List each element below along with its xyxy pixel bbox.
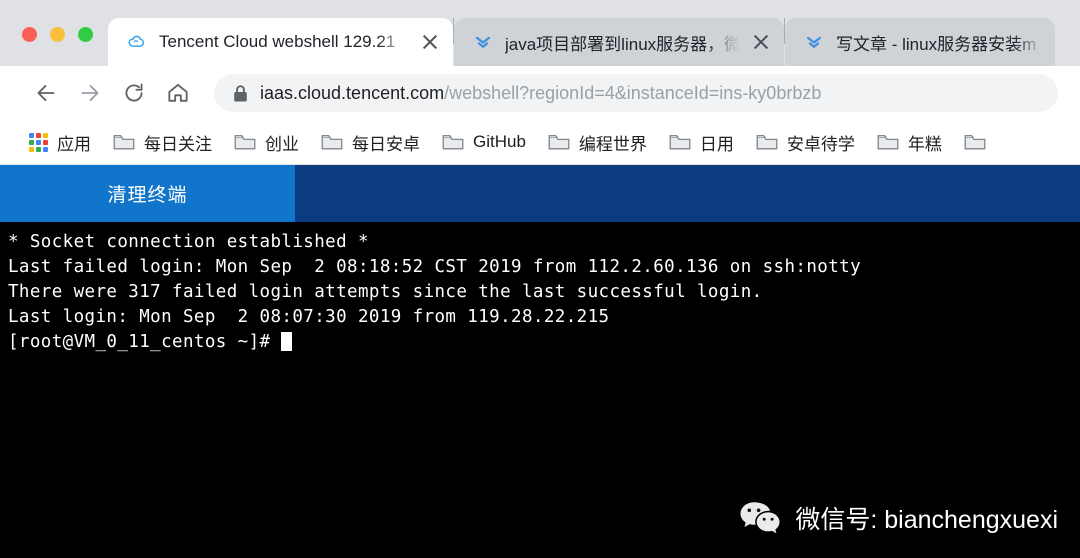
apps-grid-icon xyxy=(29,132,48,152)
bookmark-folder-biancheng[interactable]: 编程世界 xyxy=(537,126,658,159)
terminal-line: Last login: Mon Sep 2 08:07:30 2019 from… xyxy=(8,307,610,327)
chevrons-down-icon xyxy=(475,36,491,48)
tab-write-article[interactable]: 写文章 - linux服务器安装m xyxy=(785,18,1055,66)
bookmark-label: 每日安卓 xyxy=(352,134,420,154)
url-text: iaas.cloud.tencent.com/webshell?regionId… xyxy=(260,83,821,104)
tab-strip: Tencent Cloud webshell 129.21 java项目部署到l… xyxy=(0,0,1080,66)
bookmark-label: 编程世界 xyxy=(578,134,647,154)
address-bar[interactable]: iaas.cloud.tencent.com/webshell?regionId… xyxy=(214,74,1058,112)
reload-icon xyxy=(125,83,143,102)
terminal-cursor xyxy=(281,332,293,351)
webshell-toolbar: 清理终端 xyxy=(0,165,1080,222)
bookmark-folder-meirianzhuo[interactable]: 每日安卓 xyxy=(310,126,431,159)
tab-title: java项目部署到linux服务器，微信 xyxy=(505,34,739,54)
folder-icon xyxy=(964,134,986,150)
bookmark-folder-chuangye[interactable]: 创业 xyxy=(223,126,310,159)
terminal-prompt-line: [root@VM_0_11_centos ~]# xyxy=(8,330,1080,355)
clear-terminal-label: 清理终端 xyxy=(107,185,188,206)
terminal-line: There were 317 failed login attempts sin… xyxy=(8,282,763,302)
browser-window: Tencent Cloud webshell 129.21 java项目部署到l… xyxy=(0,0,1080,558)
folder-icon xyxy=(442,134,464,150)
folder-icon xyxy=(548,134,570,150)
webshell-toolbar-right xyxy=(295,165,1080,222)
bookmark-folder-anzhuodaixue[interactable]: 安卓待学 xyxy=(745,126,866,159)
url-host: iaas.cloud.tencent.com xyxy=(260,82,445,103)
terminal-line: Last failed login: Mon Sep 2 08:18:52 CS… xyxy=(8,257,861,277)
browser-toolbar: iaas.cloud.tencent.com/webshell?regionId… xyxy=(0,66,1080,120)
bookmark-label: 创业 xyxy=(265,134,299,154)
home-button[interactable] xyxy=(156,71,200,115)
maximize-window-button[interactable] xyxy=(78,27,93,42)
tencent-cloud-icon xyxy=(128,35,145,47)
forward-button[interactable] xyxy=(68,71,112,115)
bookmark-label: 日用 xyxy=(699,134,734,154)
close-tab-button[interactable] xyxy=(750,31,772,53)
tab-title: 写文章 - linux服务器安装m xyxy=(836,34,1037,54)
folder-icon xyxy=(113,134,135,150)
tab-title: Tencent Cloud webshell 129.21 xyxy=(159,32,396,51)
back-arrow-icon xyxy=(37,85,55,101)
reload-button[interactable] xyxy=(112,71,156,115)
window-controls xyxy=(0,27,108,66)
bookmark-folder-meiriguanzhu[interactable]: 每日关注 xyxy=(102,126,223,159)
bookmarks-bar: 应用 每日关注 创业 每日安卓 GitHub 编程世界 日用 安卓待学 年糕 xyxy=(0,120,1080,165)
minimize-window-button[interactable] xyxy=(50,27,65,42)
tab-tencent-cloud-webshell[interactable]: Tencent Cloud webshell 129.21 xyxy=(108,18,453,66)
bookmark-folder-riyong[interactable]: 日用 xyxy=(658,126,745,159)
bookmark-folder-github[interactable]: GitHub xyxy=(431,128,537,156)
home-icon xyxy=(168,83,188,102)
watermark: 微信号: bianchengxuexi xyxy=(738,500,1058,536)
tab-list: Tencent Cloud webshell 129.21 java项目部署到l… xyxy=(108,0,1080,66)
bookmark-folder-niangao[interactable]: 年糕 xyxy=(866,126,953,159)
chevrons-down-icon xyxy=(806,36,822,48)
bookmark-label: 年糕 xyxy=(907,134,942,154)
bookmark-label: GitHub xyxy=(473,132,526,151)
folder-icon xyxy=(234,134,256,150)
bookmark-label: 应用 xyxy=(57,134,91,154)
close-window-button[interactable] xyxy=(22,27,37,42)
terminal-line: * Socket connection established * xyxy=(8,232,369,252)
watermark-text: 微信号: bianchengxuexi xyxy=(795,506,1058,534)
terminal-output[interactable]: * Socket connection established * Last f… xyxy=(0,222,1080,558)
folder-icon xyxy=(756,134,778,150)
forward-arrow-icon xyxy=(81,85,99,101)
close-tab-button[interactable] xyxy=(419,31,441,53)
bookmark-apps[interactable]: 应用 xyxy=(18,126,102,159)
folder-icon xyxy=(669,134,691,150)
folder-icon xyxy=(877,134,899,150)
bookmark-folder-overflow[interactable] xyxy=(953,129,1006,155)
url-path: /webshell?regionId=4&instanceId=ins-ky0b… xyxy=(444,82,822,103)
bookmark-label: 每日关注 xyxy=(144,134,212,154)
back-button[interactable] xyxy=(24,71,68,115)
shell-prompt: [root@VM_0_11_centos ~]# xyxy=(8,332,271,352)
bookmark-label: 安卓待学 xyxy=(786,134,855,154)
wechat-icon xyxy=(740,502,780,534)
clear-terminal-button[interactable]: 清理终端 xyxy=(0,165,295,222)
lock-icon xyxy=(234,84,247,102)
folder-icon xyxy=(321,134,343,150)
tab-java-deploy-article[interactable]: java项目部署到linux服务器，微信 xyxy=(454,18,784,66)
